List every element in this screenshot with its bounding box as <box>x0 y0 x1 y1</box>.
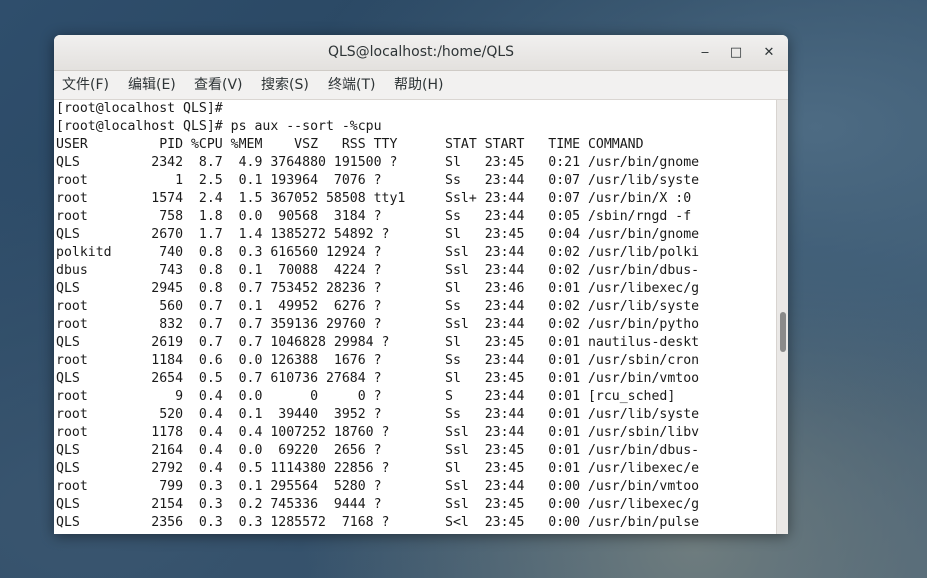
menu-terminal[interactable]: 终端(T) <box>328 71 375 99</box>
terminal-line: polkitd 740 0.8 0.3 616560 12924 ? Ssl 2… <box>56 245 700 260</box>
terminal-line: root 520 0.4 0.1 39440 3952 ? Ss 23:44 0… <box>56 407 700 422</box>
scrollbar[interactable] <box>776 100 788 534</box>
terminal-line: root 1178 0.4 0.4 1007252 18760 ? Ssl 23… <box>56 425 700 440</box>
menu-edit[interactable]: 编辑(E) <box>128 71 176 99</box>
terminal-line: root 560 0.7 0.1 49952 6276 ? Ss 23:44 0… <box>56 299 700 314</box>
terminal-line: QLS 2342 8.7 4.9 3764880 191500 ? Sl 23:… <box>56 155 700 170</box>
terminal-line: root 9 0.4 0.0 0 0 ? S 23:44 0:01 [rcu_s… <box>56 389 676 404</box>
scrollbar-thumb[interactable] <box>780 312 786 352</box>
terminal-line: QLS 2619 0.7 0.7 1046828 29984 ? Sl 23:4… <box>56 335 700 350</box>
minimize-button[interactable]: ‒ <box>694 42 716 64</box>
close-button[interactable]: ✕ <box>758 42 780 64</box>
title-bar[interactable]: QLS@localhost:/home/QLS ‒ □ ✕ <box>54 35 788 71</box>
terminal-line: QLS 2654 0.5 0.7 610736 27684 ? Sl 23:45… <box>56 371 700 386</box>
terminal-line: root 799 0.3 0.1 295564 5280 ? Ssl 23:44… <box>56 479 700 494</box>
window-title: QLS@localhost:/home/QLS <box>327 44 515 60</box>
terminal-line: [root@localhost QLS]# <box>56 101 223 116</box>
maximize-button[interactable]: □ <box>725 42 747 64</box>
terminal-line: root 1 2.5 0.1 193964 7076 ? Ss 23:44 0:… <box>56 173 700 188</box>
terminal-line: root 1184 0.6 0.0 126388 1676 ? Ss 23:44… <box>56 353 700 368</box>
terminal-window: QLS@localhost:/home/QLS ‒ □ ✕ 文件(F) 编辑(E… <box>54 35 788 534</box>
menu-search[interactable]: 搜索(S) <box>261 71 309 99</box>
terminal-line: QLS 2792 0.4 0.5 1114380 22856 ? Sl 23:4… <box>56 461 700 476</box>
terminal-line: root 832 0.7 0.7 359136 29760 ? Ssl 23:4… <box>56 317 700 332</box>
terminal-line: QLS 2164 0.4 0.0 69220 2656 ? Ssl 23:45 … <box>56 443 700 458</box>
terminal-line: QLS 2945 0.8 0.7 753452 28236 ? Sl 23:46… <box>56 281 700 296</box>
menu-file[interactable]: 文件(F) <box>62 71 109 99</box>
terminal-output[interactable]: [root@localhost QLS]# [root@localhost QL… <box>54 100 776 534</box>
terminal-line: root 1574 2.4 1.5 367052 58508 tty1 Ssl+… <box>56 191 692 206</box>
terminal-line: root 758 1.8 0.0 90568 3184 ? Ss 23:44 0… <box>56 209 692 224</box>
terminal-line: QLS 2154 0.3 0.2 745336 9444 ? Ssl 23:45… <box>56 497 700 512</box>
menu-view[interactable]: 查看(V) <box>194 71 243 99</box>
menu-help[interactable]: 帮助(H) <box>394 71 443 99</box>
terminal-line: QLS 2670 1.7 1.4 1385272 54892 ? Sl 23:4… <box>56 227 700 242</box>
terminal-line: USER PID %CPU %MEM VSZ RSS TTY STAT STAR… <box>56 137 644 152</box>
terminal-line: QLS 2356 0.3 0.3 1285572 7168 ? S<l 23:4… <box>56 515 700 530</box>
terminal-line: [root@localhost QLS]# ps aux --sort -%cp… <box>56 119 382 134</box>
terminal-line: dbus 743 0.8 0.1 70088 4224 ? Ssl 23:44 … <box>56 263 700 278</box>
menu-bar: 文件(F) 编辑(E) 查看(V) 搜索(S) 终端(T) 帮助(H) <box>54 71 788 100</box>
